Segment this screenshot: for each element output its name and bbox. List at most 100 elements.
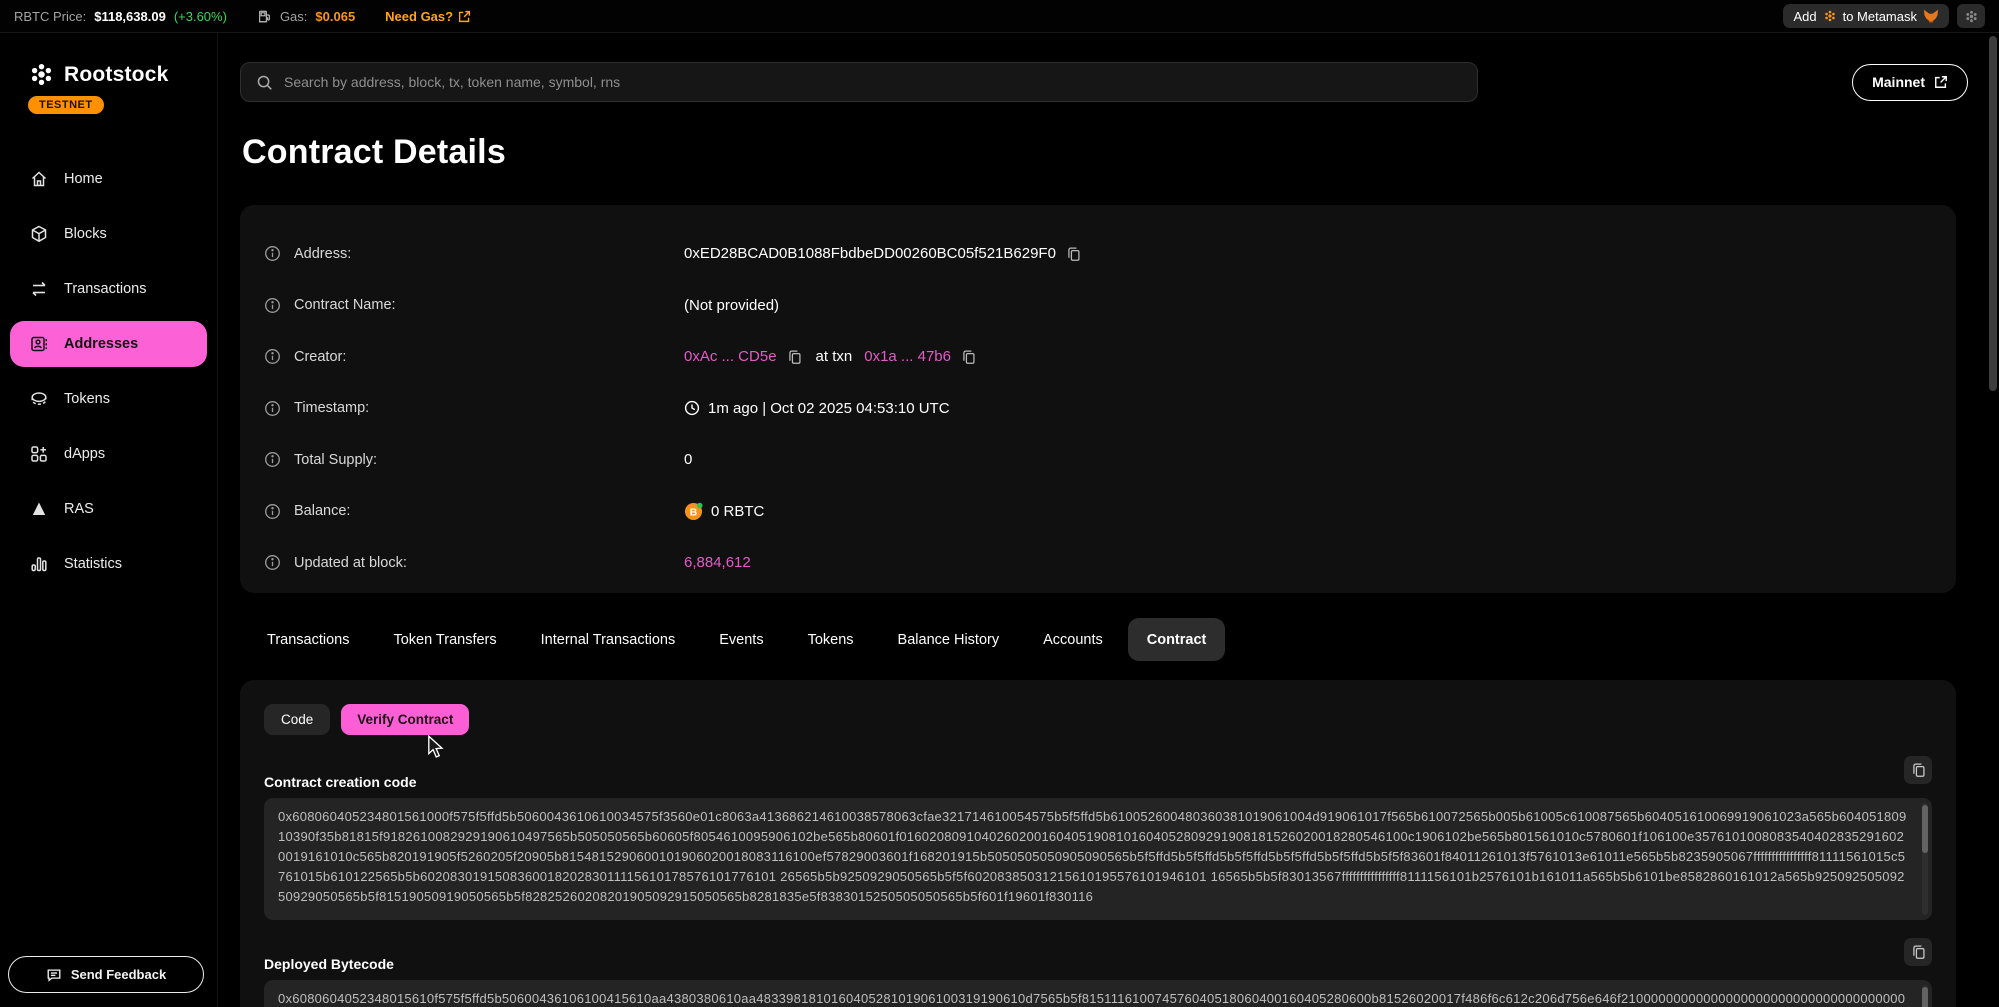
address-label: Address: <box>294 246 351 262</box>
code-button[interactable]: Code <box>264 704 330 735</box>
sidebar-item-ras[interactable]: RAS <box>10 486 207 532</box>
info-icon[interactable] <box>264 348 281 365</box>
detail-row-balance: Balance: B 0 RBTC <box>264 486 1932 538</box>
external-link-icon <box>1934 75 1948 89</box>
top-bar: RBTC Price: $118,638.09 (+3.60%) Gas: $0… <box>0 0 1999 33</box>
detail-row-contract-name: Contract Name: (Not provided) <box>264 280 1932 332</box>
search-bar <box>240 62 1478 102</box>
sidebar-item-label: Transactions <box>64 281 146 297</box>
main-content: Mainnet Contract Details Address: 0xED28… <box>218 33 1999 1007</box>
info-icon[interactable] <box>264 245 281 262</box>
deployed-bytecode-label: Deployed Bytecode <box>264 956 394 972</box>
info-icon[interactable] <box>264 451 281 468</box>
address-tabs: Transactions Token Transfers Internal Tr… <box>248 618 1225 661</box>
sidebar-item-dapps[interactable]: dApps <box>10 431 207 477</box>
creator-tx-link[interactable]: 0x1a ... 47b6 <box>864 348 951 365</box>
copy-address-button[interactable] <box>1064 246 1083 262</box>
tab-accounts[interactable]: Accounts <box>1024 618 1122 661</box>
tab-events[interactable]: Events <box>700 618 782 661</box>
page-title: Contract Details <box>242 133 506 172</box>
add-to-metamask-button[interactable]: Add to Metamask <box>1783 4 1949 28</box>
rbtc-coin-icon: B <box>684 502 703 521</box>
gas-value: $0.065 <box>315 9 355 24</box>
sidebar-item-label: Tokens <box>64 391 110 407</box>
updated-block-link[interactable]: 6,884,612 <box>684 554 751 571</box>
creator-label: Creator: <box>294 349 346 365</box>
deployed-bytecode-text: 0x6080604052348015610f575f5ffd5b50600436… <box>278 991 1905 1007</box>
gas-label: Gas: <box>280 9 307 24</box>
rbtc-price-label: RBTC Price: <box>14 9 86 24</box>
rbtc-price-value: $118,638.09 <box>94 9 166 24</box>
tab-token-transfers[interactable]: Token Transfers <box>374 618 515 661</box>
external-link-icon <box>458 10 471 23</box>
sidebar-item-label: Blocks <box>64 226 107 242</box>
transfer-arrows-icon <box>29 279 49 299</box>
detail-row-address: Address: 0xED28BCAD0B1088FbdbeDD00260BC0… <box>264 228 1932 280</box>
dapps-grid-icon <box>29 444 49 464</box>
detail-row-total-supply: Total Supply: 0 <box>264 434 1932 486</box>
address-card-icon <box>29 334 49 354</box>
sidebar-item-home[interactable]: Home <box>10 156 207 202</box>
bar-chart-icon <box>29 554 49 574</box>
verify-contract-button[interactable]: Verify Contract <box>341 704 469 735</box>
code-scrollbar-thumb[interactable] <box>1922 987 1928 1007</box>
sidebar-item-blocks[interactable]: Blocks <box>10 211 207 257</box>
sidebar-item-addresses[interactable]: Addresses <box>10 321 207 367</box>
brand-logo[interactable]: Rootstock <box>0 33 217 88</box>
copy-tx-button[interactable] <box>959 349 978 365</box>
ras-triangle-icon <box>29 499 49 519</box>
testnet-badge: TESTNET <box>28 96 104 114</box>
sidebar-item-label: Addresses <box>64 336 138 352</box>
code-scrollbar-thumb[interactable] <box>1922 805 1928 853</box>
copy-deployed-bytecode-button[interactable] <box>1904 938 1932 966</box>
timestamp-value: 1m ago | Oct 02 2025 04:53:10 UTC <box>708 400 950 417</box>
detail-row-updated-block: Updated at block: 6,884,612 <box>264 537 1932 589</box>
balance-label: Balance: <box>294 503 350 519</box>
add-label: Add <box>1793 9 1816 24</box>
detail-row-creator: Creator: 0xAc ... CD5e at txn 0x1a ... 4… <box>264 331 1932 383</box>
info-icon[interactable] <box>264 554 281 571</box>
creator-address-link[interactable]: 0xAc ... CD5e <box>684 348 777 365</box>
copy-creation-code-button[interactable] <box>1904 756 1932 784</box>
tab-transactions[interactable]: Transactions <box>248 618 368 661</box>
address-value: 0xED28BCAD0B1088FbdbeDD00260BC05f521B629… <box>684 245 1056 262</box>
rootstock-widget-button[interactable] <box>1957 4 1985 28</box>
svg-text:B: B <box>690 507 698 518</box>
search-icon <box>256 74 273 91</box>
rootstock-logo-icon <box>28 61 55 88</box>
tab-internal-transactions[interactable]: Internal Transactions <box>522 618 695 661</box>
info-icon[interactable] <box>264 503 281 520</box>
need-gas-link[interactable]: Need Gas? <box>385 9 471 24</box>
rbtc-price-change: (+3.60%) <box>174 9 227 24</box>
total-supply-value: 0 <box>684 451 692 468</box>
gas-pump-icon <box>257 9 272 24</box>
clock-icon <box>684 400 700 416</box>
contract-code-card: Code Verify Contract Contract creation c… <box>240 680 1956 1007</box>
brand-name: Rootstock <box>64 63 168 87</box>
sidebar-item-transactions[interactable]: Transactions <box>10 266 207 312</box>
to-metamask-label: to Metamask <box>1843 9 1917 24</box>
updated-block-label: Updated at block: <box>294 555 407 571</box>
info-icon[interactable] <box>264 297 281 314</box>
page-scrollbar-thumb[interactable] <box>1989 36 1997 391</box>
info-icon[interactable] <box>264 400 281 417</box>
rootstock-flower-icon-gray <box>1964 9 1979 24</box>
creation-code-box[interactable]: 0x608060405234801561000f575f5ffd5b506004… <box>264 798 1932 920</box>
mainnet-switch-button[interactable]: Mainnet <box>1852 64 1968 101</box>
tab-tokens[interactable]: Tokens <box>789 618 873 661</box>
sidebar: Rootstock TESTNET Home Blocks Transactio… <box>0 33 218 1007</box>
deployed-bytecode-box[interactable]: 0x6080604052348015610f575f5ffd5b50600436… <box>264 980 1932 1007</box>
feedback-label: Send Feedback <box>71 967 166 982</box>
sidebar-item-tokens[interactable]: Tokens <box>10 376 207 422</box>
tab-contract[interactable]: Contract <box>1128 618 1226 661</box>
search-input[interactable] <box>284 74 1462 90</box>
tab-balance-history[interactable]: Balance History <box>879 618 1019 661</box>
send-feedback-button[interactable]: Send Feedback <box>8 956 204 993</box>
coin-icon <box>29 389 49 409</box>
detail-row-timestamp: Timestamp: 1m ago | Oct 02 2025 04:53:10… <box>264 383 1932 435</box>
sidebar-item-label: Home <box>64 171 103 187</box>
sidebar-item-statistics[interactable]: Statistics <box>10 541 207 587</box>
total-supply-label: Total Supply: <box>294 452 377 468</box>
sidebar-nav: Home Blocks Transactions Addresses <box>0 156 217 587</box>
copy-creator-button[interactable] <box>785 349 804 365</box>
